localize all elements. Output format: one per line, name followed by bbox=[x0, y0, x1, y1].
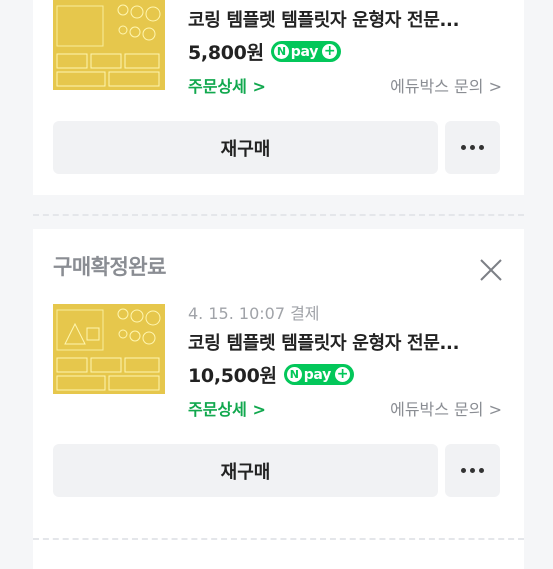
product-thumbnail[interactable] bbox=[53, 0, 165, 90]
order-detail-link[interactable]: 주문상세 > bbox=[188, 396, 266, 420]
close-icon[interactable] bbox=[476, 255, 506, 285]
plus-icon: + bbox=[334, 366, 350, 382]
product-title[interactable]: 코링 템플렛 템플릿자 운형자 전문... bbox=[188, 329, 459, 355]
order-status: 구매확정완료 bbox=[53, 255, 166, 279]
more-dots-icon bbox=[461, 145, 466, 150]
seller-inquiry-link[interactable]: 에듀박스 문의 > bbox=[390, 396, 502, 420]
naver-pay-icon: N pay + bbox=[283, 364, 354, 385]
card-divider bbox=[33, 214, 524, 216]
naver-n-icon: N bbox=[273, 44, 289, 59]
plus-icon: + bbox=[322, 43, 338, 59]
product-thumbnail[interactable] bbox=[53, 304, 165, 394]
payment-date: 4. 15. 10:07 결제 bbox=[188, 304, 320, 323]
seller-inquiry-link[interactable]: 에듀박스 문의 > bbox=[390, 73, 502, 97]
product-price: 10,500원 N pay + bbox=[188, 361, 354, 388]
naver-pay-icon: N pay + bbox=[270, 41, 342, 62]
naver-n-icon: N bbox=[286, 367, 302, 382]
product-title[interactable]: 코링 템플렛 템플릿자 운형자 전문... bbox=[188, 6, 459, 32]
price-value: 5,800원 bbox=[188, 42, 264, 64]
card-divider bbox=[33, 538, 524, 540]
npay-label: pay bbox=[303, 366, 332, 383]
more-options-button[interactable] bbox=[445, 121, 500, 174]
product-price: 5,800원 N pay + bbox=[188, 38, 342, 65]
order-card-2: 구매확정완료 4. 15. 10:07 결제 코링 템플렛 템플릿자 운형자 전… bbox=[33, 229, 524, 569]
order-card-1: 코링 템플렛 템플릿자 운형자 전문... 5,800원 N pay + 주문상… bbox=[33, 0, 524, 195]
rebuy-button[interactable]: 재구매 bbox=[53, 444, 438, 497]
rebuy-button[interactable]: 재구매 bbox=[53, 121, 438, 174]
more-options-button[interactable] bbox=[445, 444, 500, 497]
npay-label: pay bbox=[290, 43, 319, 60]
more-dots-icon bbox=[461, 468, 466, 473]
price-value: 10,500원 bbox=[188, 365, 277, 387]
order-detail-link[interactable]: 주문상세 > bbox=[188, 73, 266, 97]
